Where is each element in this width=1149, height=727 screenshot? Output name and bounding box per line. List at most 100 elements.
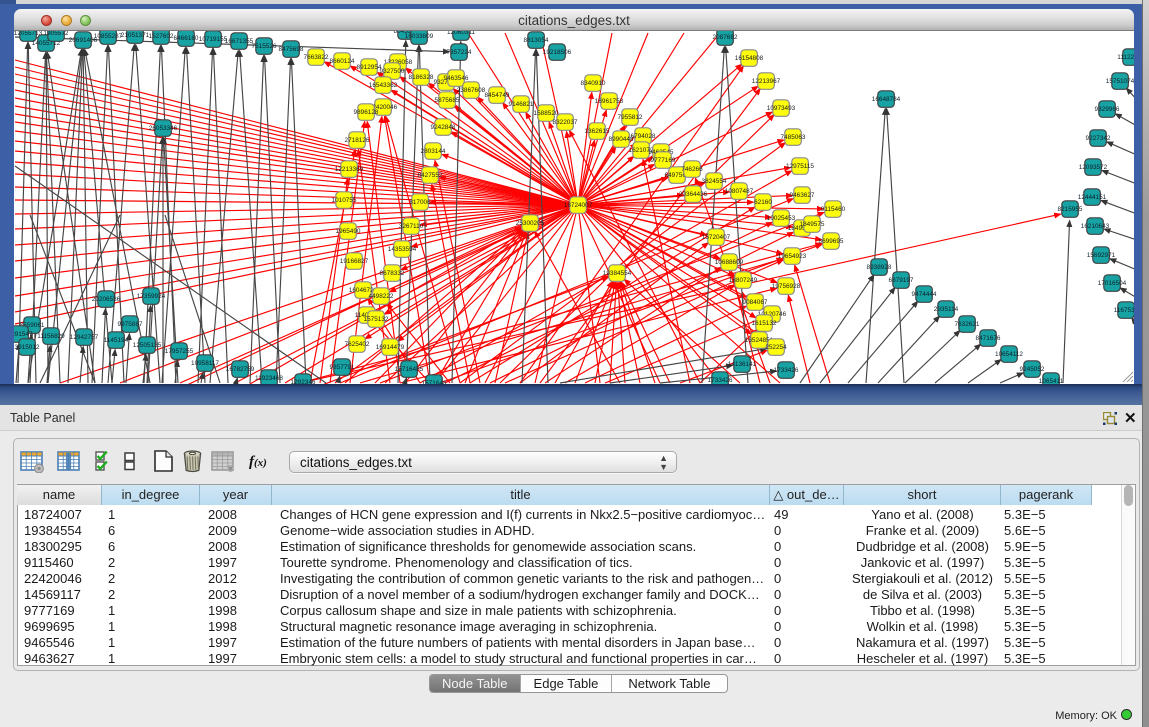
svg-text:16543362: 16543362 (369, 82, 398, 89)
svg-text:f(x): f(x) (249, 454, 267, 470)
svg-text:8186328: 8186328 (409, 74, 434, 81)
svg-text:6879197: 6879197 (889, 277, 914, 284)
svg-text:19756928: 19756928 (772, 283, 801, 290)
svg-text:3824554: 3824554 (702, 178, 727, 185)
svg-text:7485063: 7485063 (781, 134, 806, 141)
svg-text:19218506: 19218506 (543, 49, 572, 56)
svg-text:9975887: 9975887 (118, 321, 143, 328)
svg-text:2718126: 2718126 (345, 137, 370, 144)
svg-text:9084067: 9084067 (743, 299, 768, 306)
svg-text:14353594: 14353594 (388, 246, 417, 253)
svg-text:9857791: 9857791 (330, 364, 355, 371)
svg-text:1588520: 1588520 (534, 110, 559, 117)
svg-text:1575132: 1575132 (364, 316, 389, 323)
svg-text:6794028: 6794028 (631, 133, 656, 140)
svg-text:9474444: 9474444 (912, 291, 937, 298)
svg-text:8699695: 8699695 (819, 238, 844, 245)
svg-text:10973493: 10973493 (767, 105, 796, 112)
svg-text:17957255: 17957255 (165, 348, 194, 355)
svg-text:9463546: 9463546 (444, 75, 469, 82)
svg-text:19654923: 19654923 (778, 253, 807, 260)
svg-text:1527602: 1527602 (149, 33, 174, 40)
svg-text:817006: 817006 (409, 199, 431, 206)
svg-text:8660124: 8660124 (330, 58, 355, 65)
svg-text:8813054: 8813054 (524, 37, 549, 44)
svg-text:20206536: 20206536 (92, 296, 121, 303)
svg-text:10654112: 10654112 (995, 351, 1023, 358)
svg-text:8427552: 8427552 (418, 172, 443, 179)
svg-text:9245052: 9245052 (1020, 366, 1045, 373)
svg-text:16782759: 16782759 (226, 366, 255, 373)
svg-text:9329966: 9329966 (1095, 106, 1120, 113)
svg-text:12093572: 12093572 (1079, 164, 1108, 171)
svg-text:19384554: 19384554 (603, 270, 632, 277)
svg-text:23867608: 23867608 (457, 87, 486, 94)
svg-text:16210643: 16210643 (1081, 223, 1110, 230)
svg-text:12213369: 12213369 (335, 166, 364, 173)
svg-text:10958117: 10958117 (191, 360, 219, 367)
svg-text:1905572: 1905572 (44, 31, 69, 37)
svg-text:9242848: 9242848 (431, 124, 456, 131)
svg-text:1733426: 1733426 (708, 377, 733, 384)
svg-text:16671355: 16671355 (225, 38, 254, 45)
svg-text:5875685: 5875685 (435, 97, 460, 104)
svg-text:3267110: 3267110 (399, 223, 424, 230)
svg-text:8340910: 8340910 (581, 80, 606, 87)
svg-text:10688609: 10688609 (715, 259, 744, 266)
svg-text:1145194: 1145194 (104, 337, 129, 344)
svg-text:8322037: 8322037 (553, 119, 578, 126)
svg-text:12942757: 12942757 (70, 334, 99, 341)
svg-text:8475698: 8475698 (279, 46, 304, 53)
svg-text:4498222: 4498222 (369, 293, 394, 300)
svg-text:16154808: 16154808 (735, 55, 764, 62)
svg-text:18807249: 18807249 (729, 277, 758, 284)
svg-text:1849575: 1849575 (800, 221, 825, 228)
svg-text:15720407: 15720407 (702, 234, 731, 241)
svg-text:7955812: 7955812 (618, 114, 643, 121)
svg-text:62160: 62160 (754, 199, 772, 206)
svg-text:15692971: 15692971 (1087, 252, 1116, 259)
svg-text:8938928: 8938928 (867, 264, 892, 271)
svg-text:6466160: 6466160 (174, 35, 199, 42)
svg-text:1010755: 1010755 (332, 197, 357, 204)
svg-text:16961758: 16961758 (595, 98, 624, 105)
svg-text:8912954: 8912954 (357, 64, 382, 71)
svg-text:9227342: 9227342 (1086, 135, 1111, 142)
svg-text:8678332: 8678332 (380, 270, 405, 277)
svg-text:12444151: 12444151 (1078, 194, 1107, 201)
svg-text:12505135: 12505135 (133, 342, 162, 349)
svg-text:15716485: 15716485 (395, 366, 424, 373)
svg-text:15751074: 15751074 (1106, 78, 1134, 85)
svg-text:9463627: 9463627 (790, 192, 815, 199)
svg-text:8471676: 8471676 (976, 335, 1001, 342)
svg-text:9896128: 9896128 (354, 109, 379, 116)
svg-text:20364436: 20364436 (679, 191, 708, 198)
svg-text:10719155: 10719155 (199, 36, 228, 43)
svg-text:17016504: 17016504 (1098, 280, 1127, 287)
svg-text:9777169: 9777169 (651, 157, 676, 164)
svg-text:16033809: 16033809 (405, 33, 434, 40)
svg-text:8215955: 8215955 (1058, 206, 1083, 213)
svg-text:14136141: 14136141 (728, 361, 757, 368)
svg-text:12213967: 12213967 (752, 78, 781, 85)
svg-text:18724007: 18724007 (564, 202, 593, 209)
svg-text:746266: 746266 (681, 166, 703, 173)
svg-text:8454749: 8454749 (485, 92, 510, 99)
svg-text:9146821: 9146821 (509, 101, 534, 108)
svg-text:11156829: 11156829 (37, 333, 65, 340)
svg-text:9115460: 9115460 (821, 206, 846, 213)
svg-text:7357224: 7357224 (447, 49, 472, 56)
svg-text:21051371: 21051371 (121, 32, 150, 39)
svg-text:12975115: 12975115 (786, 163, 814, 170)
svg-text:1733426: 1733426 (774, 367, 799, 374)
svg-text:2935114: 2935114 (934, 306, 959, 313)
svg-text:12060311: 12060311 (447, 31, 475, 36)
svg-text:19166827: 19166827 (340, 258, 369, 265)
svg-text:2087682: 2087682 (713, 34, 738, 41)
svg-text:1615132: 1615132 (752, 320, 777, 327)
svg-text:7663822: 7663822 (304, 54, 329, 61)
svg-text:252254: 252254 (765, 344, 787, 351)
svg-text:3391547: 3391547 (14, 331, 33, 338)
svg-text:10855287: 10855287 (94, 33, 123, 40)
svg-text:11122087: 11122087 (1117, 54, 1134, 61)
